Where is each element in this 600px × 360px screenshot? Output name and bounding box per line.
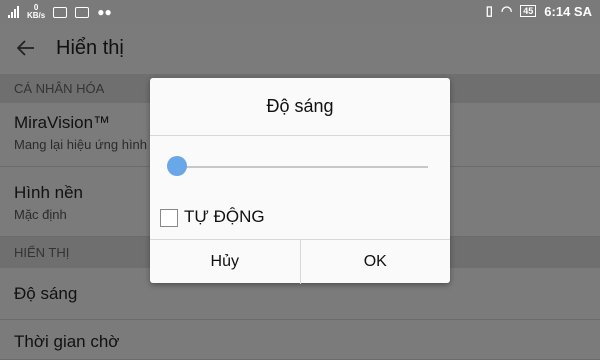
item-title: Thời gian chờ	[14, 332, 120, 351]
back-arrow-icon[interactable]	[14, 36, 38, 60]
brightness-slider-thumb[interactable]	[167, 156, 188, 176]
brightness-slider-track[interactable]	[172, 166, 428, 168]
clock: 6:14 SA	[544, 3, 592, 19]
app-bar: Hiển thị	[0, 24, 600, 74]
incognito-icon: ●●	[97, 5, 112, 19]
vibrate-icon: ▯	[485, 3, 493, 18]
dialog-title: Độ sáng	[150, 78, 450, 136]
signal-icon	[8, 6, 19, 18]
auto-brightness-label[interactable]: TỰ ĐỘNG	[184, 207, 265, 227]
item-title: Độ sáng	[14, 284, 78, 303]
brightness-dialog: Độ sáng TỰ ĐỘNG Hủy OK	[150, 78, 450, 284]
network-speed: 0 KB/s	[27, 4, 45, 20]
wifi-icon: ◠	[500, 3, 513, 18]
settings-item-sleep[interactable]: Thời gian chờ	[0, 320, 600, 360]
image-icon	[75, 6, 90, 18]
ok-button[interactable]: OK	[301, 240, 451, 284]
cancel-button[interactable]: Hủy	[150, 240, 301, 284]
message-icon	[53, 6, 68, 18]
network-speed-unit: KB/s	[27, 11, 46, 20]
battery-icon: 45	[520, 5, 537, 17]
page-title: Hiển thị	[56, 37, 124, 59]
auto-brightness-checkbox[interactable]	[160, 209, 178, 227]
dialog-buttons: Hủy OK	[150, 239, 450, 284]
status-bar: 0 KB/s ●● ▯ ◠ 45 6:14 SA	[0, 0, 600, 24]
